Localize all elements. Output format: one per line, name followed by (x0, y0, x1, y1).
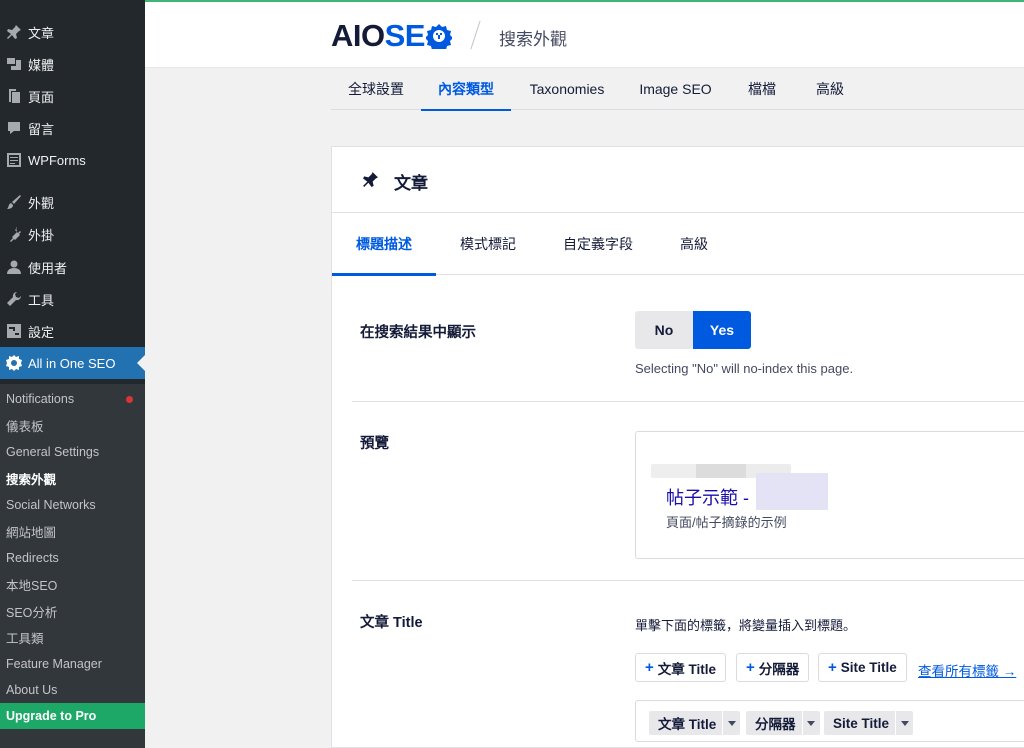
show-in-results-label: 在搜索結果中顯示 (360, 325, 476, 341)
chevron-down-icon[interactable] (895, 711, 913, 735)
brush-icon (0, 194, 28, 210)
submenu-dashboard[interactable]: 儀表板 (0, 412, 145, 438)
tab-advanced[interactable]: 高級 (796, 68, 864, 110)
title-chip-site-title[interactable]: Site Title (824, 711, 914, 735)
preview-site-redacted (756, 473, 828, 510)
view-all-tags-link[interactable]: 查看所有標籤 → (918, 660, 1016, 680)
show-in-results-toggle: No Yes (635, 311, 751, 349)
insert-separator-tag-button[interactable]: + 分隔器 (736, 653, 810, 682)
tab-card-advanced[interactable]: 高級 (656, 213, 732, 275)
preview-title: 帖子示範 - (666, 488, 749, 508)
plus-icon: + (828, 659, 837, 676)
menu-item-plugins[interactable]: 外掛 (0, 218, 145, 250)
toggle-no-button[interactable]: No (635, 311, 693, 349)
insert-site-title-tag-button[interactable]: + Site Title (818, 653, 907, 682)
post-title-label: 文章 Title (360, 615, 423, 631)
menu-item-appearance[interactable]: 外觀 (0, 186, 145, 218)
aioseo-submenu: Notifications 儀表板 General Settings 搜索外觀 … (0, 384, 145, 748)
header-separator (470, 20, 481, 50)
menu-item-wpforms[interactable]: WPForms (0, 144, 145, 176)
preview-description: 頁面/帖子摘錄的示例 (666, 515, 787, 530)
menu-item-media[interactable]: 媒體 (0, 48, 145, 80)
post-type-card: 文章 標題描述 模式標記 自定義字段 高級 在搜索結果中顯示 No Yes Se… (331, 146, 1024, 748)
submenu-search-appearance[interactable]: 搜索外觀 (0, 465, 145, 491)
media-icon (0, 56, 28, 72)
chevron-down-icon[interactable] (801, 711, 820, 735)
tab-image-seo[interactable]: Image SEO (623, 68, 728, 110)
submenu-notifications[interactable]: Notifications (0, 386, 145, 412)
menu-item-settings[interactable]: 設定 (0, 315, 145, 347)
submenu-feature-manager[interactable]: Feature Manager (0, 651, 145, 677)
card-title: 文章 (394, 174, 428, 193)
page-icon (0, 88, 28, 104)
preview-label: 預覽 (360, 436, 389, 452)
serp-preview: 帖子示範 - 頁面/帖子摘錄的示例 (635, 431, 1024, 559)
pin-icon (363, 172, 378, 187)
submenu-tools[interactable]: 工具類 (0, 624, 145, 650)
main-tabs: 全球設置 內容類型 Taxonomies Image SEO 檔檔 高級 (331, 68, 1024, 111)
tab-global-settings[interactable]: 全球設置 (331, 68, 421, 110)
title-chip-separator[interactable]: 分隔器 (746, 711, 820, 735)
pin-icon (0, 24, 28, 40)
submenu-redirects[interactable]: Redirects (0, 545, 145, 571)
menu-item-pages[interactable]: 頁面 (0, 80, 145, 112)
upgrade-to-pro-button[interactable]: Upgrade to Pro (0, 703, 145, 729)
tab-schema-markup[interactable]: 模式標記 (436, 213, 540, 275)
tab-title-description[interactable]: 標題描述 (332, 213, 436, 276)
divider (352, 580, 1024, 581)
menu-item-posts[interactable]: 文章 (0, 16, 145, 48)
menu-item-users[interactable]: 使用者 (0, 251, 145, 283)
aioseo-icon (0, 355, 28, 371)
tab-content-types[interactable]: 內容類型 (421, 68, 511, 111)
toggle-yes-button[interactable]: Yes (693, 311, 751, 349)
card-sub-tabs: 標題描述 模式標記 自定義字段 高級 (332, 213, 1024, 276)
page-title: 搜索外觀 (499, 30, 567, 49)
logo-gear-icon (425, 24, 452, 49)
menu-item-comments[interactable]: 留言 (0, 112, 145, 144)
settings-icon (0, 323, 28, 339)
insert-post-title-tag-button[interactable]: + 文章 Title (635, 653, 727, 682)
submenu-local-seo[interactable]: 本地SEO (0, 571, 145, 597)
wrench-icon (0, 291, 28, 307)
tab-archives[interactable]: 檔檔 (728, 68, 796, 110)
toggle-help-text: Selecting "No" will no-index this page. (635, 361, 854, 376)
card-header: 文章 (332, 147, 1024, 213)
submenu-about-us[interactable]: About Us (0, 677, 145, 703)
menu-item-aioseo[interactable]: All in One SEO (0, 347, 145, 379)
tab-taxonomies[interactable]: Taxonomies (511, 68, 623, 110)
plus-icon: + (746, 659, 755, 676)
notification-dot (126, 396, 133, 403)
tab-custom-fields[interactable]: 自定義字段 (540, 213, 656, 275)
plugin-icon (0, 226, 28, 242)
submenu-seo-analysis[interactable]: SEO分析 (0, 598, 145, 624)
admin-sidebar: 文章 媒體 頁面 留言 WPForms 外觀 外掛 使用者 工具 設定 All … (0, 0, 145, 748)
submenu-social-networks[interactable]: Social Networks (0, 492, 145, 518)
divider (352, 401, 1024, 402)
user-icon (0, 259, 28, 275)
forms-icon (0, 152, 28, 168)
title-chip-post-title[interactable]: 文章 Title (649, 711, 741, 735)
plus-icon: + (645, 659, 654, 676)
post-title-format-input[interactable]: 文章 Title 分隔器 Site Title (635, 700, 1024, 742)
chevron-down-icon[interactable] (722, 711, 740, 735)
submenu-sitemaps[interactable]: 網站地圖 (0, 518, 145, 544)
post-title-help-text: 單擊下面的標籤，將變量插入到標題。 (635, 618, 857, 633)
comment-icon (0, 120, 28, 136)
menu-item-tools[interactable]: 工具 (0, 283, 145, 315)
submenu-general-settings[interactable]: General Settings (0, 439, 145, 465)
page-header: AIO SE 搜索外觀 (145, 2, 1024, 68)
aioseo-logo[interactable]: AIO SE (331, 18, 452, 54)
